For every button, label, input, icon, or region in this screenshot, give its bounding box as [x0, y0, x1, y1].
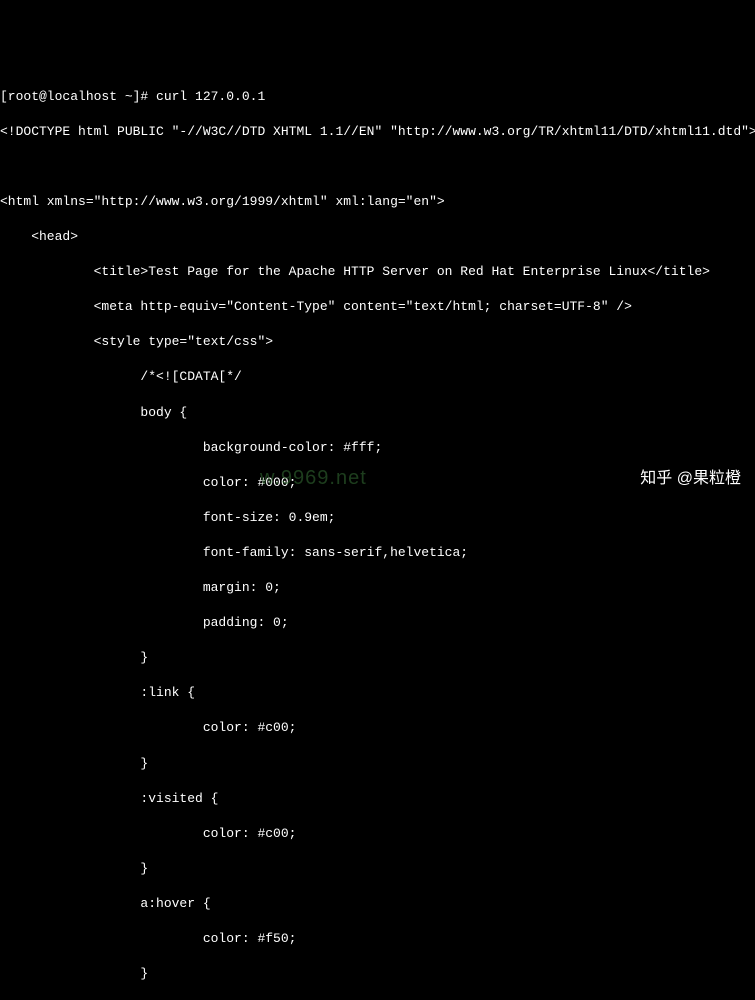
output-line: <head> — [0, 228, 755, 246]
output-line: } — [0, 860, 755, 878]
output-line: <html xmlns="http://www.w3.org/1999/xhtm… — [0, 193, 755, 211]
output-line: background-color: #fff; — [0, 439, 755, 457]
output-line: a:hover { — [0, 895, 755, 913]
output-line: font-size: 0.9em; — [0, 509, 755, 527]
output-line: color: #c00; — [0, 719, 755, 737]
output-line: <title>Test Page for the Apache HTTP Ser… — [0, 263, 755, 281]
output-line — [0, 158, 755, 176]
output-line: <meta http-equiv="Content-Type" content=… — [0, 298, 755, 316]
output-line: /*<![CDATA[*/ — [0, 368, 755, 386]
output-line: } — [0, 649, 755, 667]
output-line: } — [0, 965, 755, 983]
shell-prompt-line: [root@localhost ~]# curl 127.0.0.1 — [0, 88, 755, 106]
output-line: color: #c00; — [0, 825, 755, 843]
output-line: } — [0, 755, 755, 773]
output-line: :visited { — [0, 790, 755, 808]
output-line: :link { — [0, 684, 755, 702]
output-line: font-family: sans-serif,helvetica; — [0, 544, 755, 562]
output-line: <!DOCTYPE html PUBLIC "-//W3C//DTD XHTML… — [0, 123, 755, 141]
watermark-author: 知乎 @果粒橙 — [640, 468, 741, 490]
output-line: color: #f50; — [0, 930, 755, 948]
output-line: padding: 0; — [0, 614, 755, 632]
output-line: <style type="text/css"> — [0, 333, 755, 351]
output-line: margin: 0; — [0, 579, 755, 597]
terminal-output: [root@localhost ~]# curl 127.0.0.1 <!DOC… — [0, 70, 755, 1000]
watermark-url: w.9969.net — [260, 465, 367, 492]
output-line: body { — [0, 404, 755, 422]
